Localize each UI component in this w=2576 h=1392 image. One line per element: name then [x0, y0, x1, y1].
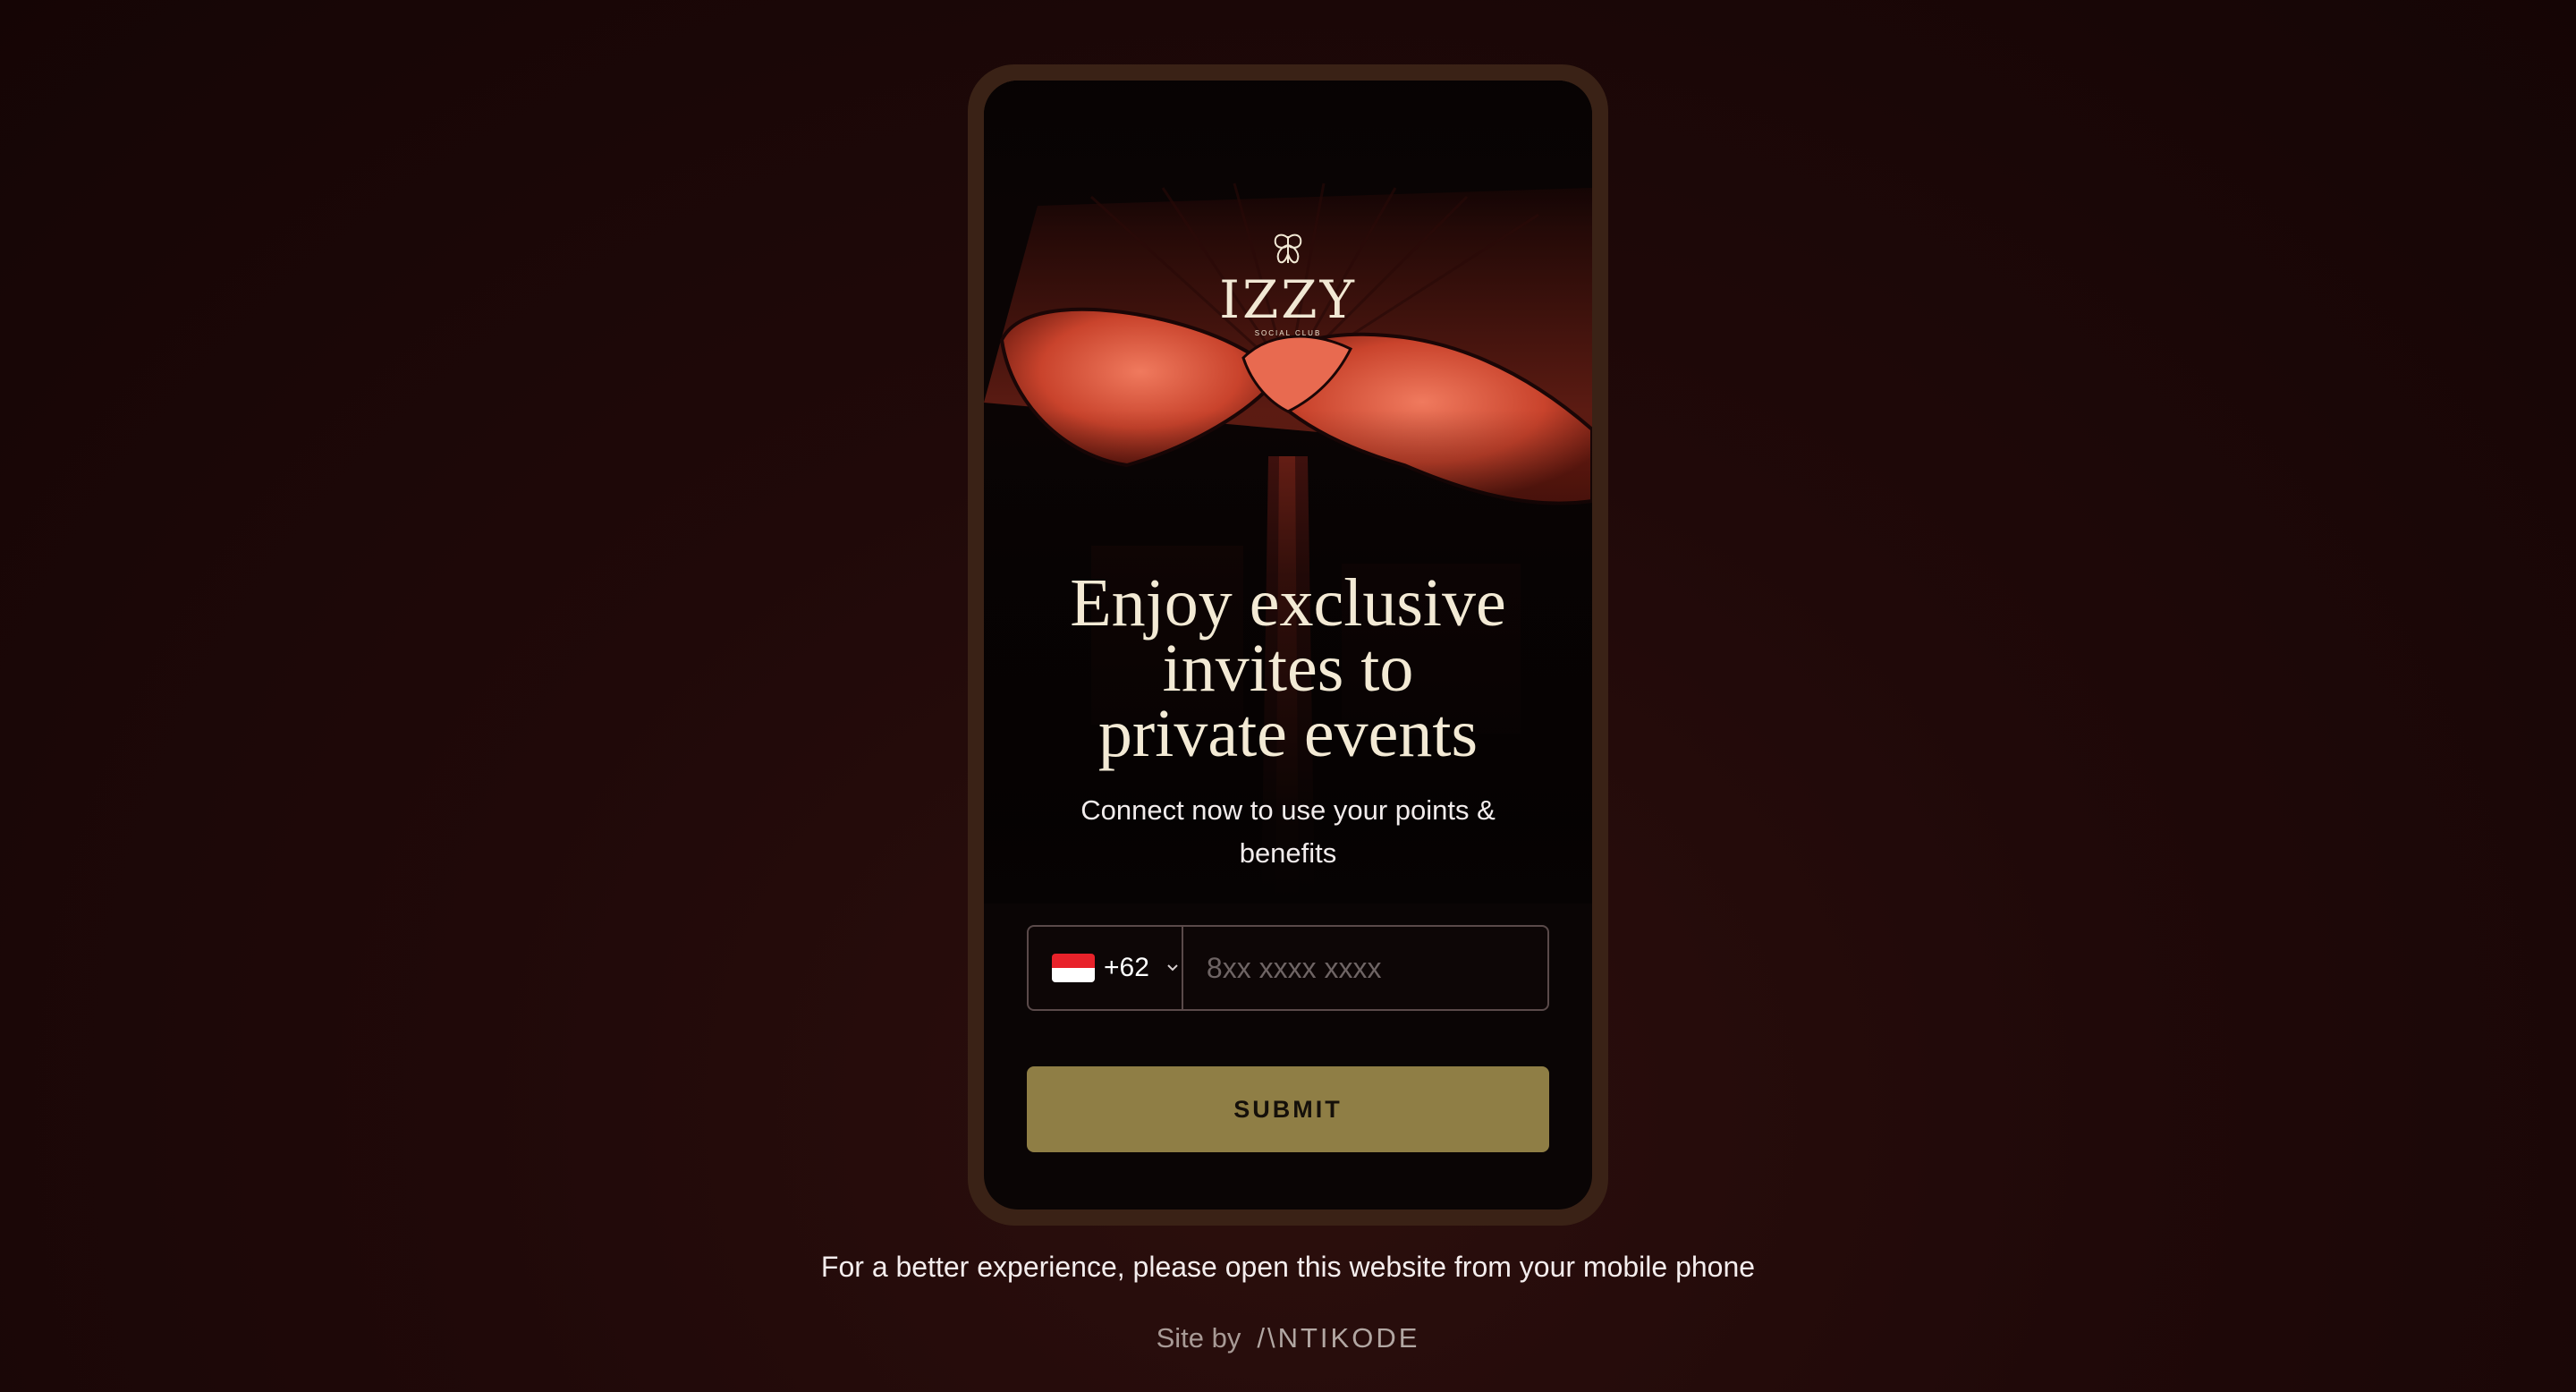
butterfly-emblem-icon: [1274, 233, 1302, 264]
phone-screen: IZZY SOCIAL CLUB Enjoy exclusive invites…: [984, 81, 1592, 1210]
chevron-down-icon: [1167, 964, 1178, 972]
logo-wordmark: IZZY: [1219, 269, 1357, 330]
antikode-logo[interactable]: /\NTIKODE: [1257, 1322, 1419, 1354]
headline-line: invites to: [1162, 631, 1414, 706]
country-code-select[interactable]: +62: [1029, 927, 1183, 1009]
phone-number-input[interactable]: [1182, 927, 1582, 1009]
site-credit[interactable]: Site by /\NTIKODE: [0, 1322, 2576, 1354]
brand-logo: IZZY SOCIAL CLUB: [984, 231, 1592, 337]
logo-subtitle: SOCIAL CLUB: [1254, 329, 1322, 337]
hero-subtext: Connect now to use your points & benefit…: [1080, 794, 1496, 869]
mobile-notice: For a better experience, please open thi…: [820, 1251, 1756, 1283]
hero-overlay: [984, 81, 1592, 904]
page-headline: Enjoy exclusive invites to private event…: [1002, 565, 1574, 771]
hero-image: [984, 81, 1592, 904]
country-dial-code: +62: [1104, 953, 1149, 982]
phone-frame: IZZY SOCIAL CLUB Enjoy exclusive invites…: [968, 64, 1608, 1226]
phone-number-group: +62: [1027, 925, 1582, 1011]
submit-button[interactable]: SUBMIT: [1027, 1066, 1549, 1152]
credit-prefix: Site by: [1156, 1322, 1241, 1354]
headline-line: private events: [1097, 696, 1479, 771]
headline-line: Enjoy exclusive: [1070, 565, 1506, 641]
indonesia-flag-icon: [1052, 954, 1095, 982]
